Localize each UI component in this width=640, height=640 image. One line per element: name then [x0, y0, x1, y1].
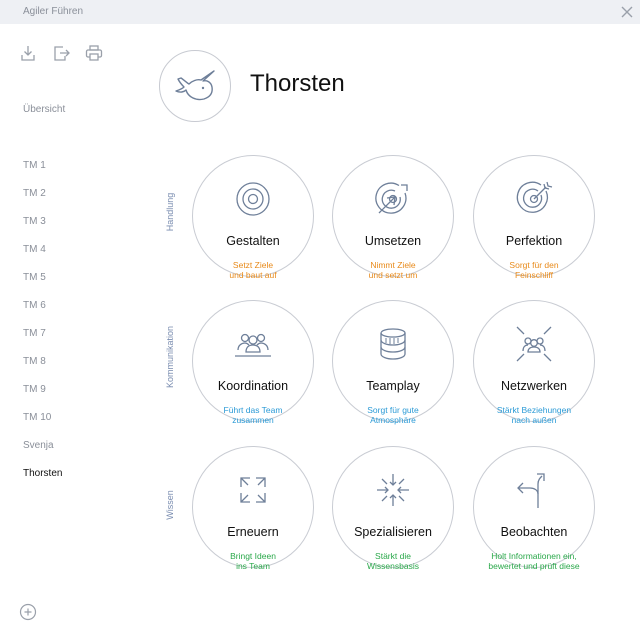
avatar[interactable] [159, 50, 231, 122]
card-koordination[interactable]: Koordination Führt das Team zusammen [192, 300, 314, 425]
close-icon[interactable] [618, 3, 636, 21]
card-title: Perfektion [505, 234, 563, 248]
sidebar-item-svenja[interactable]: Svenja [23, 440, 54, 451]
converge-icon [377, 474, 409, 506]
card-erneuern[interactable]: Erneuern Bringt Ideen ins Team [192, 446, 314, 571]
target-dart-icon [516, 181, 553, 213]
stack-icon [380, 328, 406, 360]
export-icon[interactable] [51, 43, 71, 63]
add-icon[interactable] [19, 603, 37, 621]
card-title: Erneuern [227, 525, 279, 539]
card-netzwerken[interactable]: Netzwerken Stärkt Beziehungen nach außen [473, 300, 595, 425]
card-description: Sorgt für gute Atmosphäre [367, 405, 419, 425]
sidebar-item-thorsten[interactable]: Thorsten [23, 468, 62, 479]
network-icon [516, 326, 552, 362]
download-icon[interactable] [18, 43, 38, 63]
card-title: Teamplay [366, 379, 420, 393]
team-icon [235, 333, 271, 357]
card-teamplay[interactable]: Teamplay Sorgt für gute Atmosphäre [332, 300, 454, 425]
sidebar-item-tm2[interactable]: TM 2 [23, 188, 46, 199]
card-gestalten[interactable]: Gestalten Setzt Ziele und baut auf [192, 155, 314, 280]
sidebar-item-tm6[interactable]: TM 6 [23, 300, 46, 311]
card-title: Koordination [217, 379, 289, 393]
card-description: Führt das Team zusammen [223, 405, 283, 425]
target-icon [236, 182, 270, 216]
card-title: Umsetzen [364, 234, 422, 248]
card-title: Netzwerken [501, 379, 567, 393]
card-perfektion[interactable]: Perfektion Sorgt für den Feinschliff [473, 155, 595, 280]
window-title: Agiler Führen [23, 6, 84, 17]
narwhal-icon [175, 70, 215, 101]
card-umsetzen[interactable]: Umsetzen Nimmt Ziele und setzt um [332, 155, 454, 280]
card-description: Holt Informationen ein, bewertet und prüf… [488, 551, 580, 571]
sidebar-item-tm3[interactable]: TM 3 [23, 216, 46, 227]
sidebar-item-tm10[interactable]: TM 10 [23, 412, 51, 423]
sidebar-item-tm9[interactable]: TM 9 [23, 384, 46, 395]
print-icon[interactable] [84, 43, 104, 63]
row-label-kommunikation: Kommunikation [165, 325, 175, 389]
sidebar-item-tm1[interactable]: TM 1 [23, 160, 46, 171]
card-description: Sorgt für den Feinschliff [509, 260, 559, 280]
sidebar-item-tm5[interactable]: TM 5 [23, 272, 46, 283]
card-title: Spezialisieren [354, 525, 432, 539]
card-description: Nimmt Ziele und setzt um [368, 260, 418, 280]
title-bar: Agiler Führen [0, 0, 640, 24]
sidebar-item-overview[interactable]: Übersicht [23, 104, 65, 115]
card-description: Stärkt die Wissensbasis [367, 551, 419, 571]
profile-name: Thorsten [250, 70, 345, 97]
target-arrow-icon [375, 182, 408, 214]
sidebar-item-tm7[interactable]: TM 7 [23, 328, 46, 339]
card-description: Setzt Ziele und baut auf [229, 260, 277, 280]
expand-icon [240, 477, 266, 503]
card-description: Bringt Ideen ins Team [230, 551, 276, 571]
card-description: Stärkt Beziehungen nach außen [496, 405, 572, 425]
card-beobachten[interactable]: Beobachten Holt Informationen ein, bewert… [473, 446, 595, 571]
sidebar-item-tm8[interactable]: TM 8 [23, 356, 46, 367]
fork-arrow-icon [517, 473, 545, 508]
sidebar-item-tm4[interactable]: TM 4 [23, 244, 46, 255]
card-title: Gestalten [226, 234, 280, 248]
card-spezialisieren[interactable]: Spezialisieren Stärkt die Wissensbasis [332, 446, 454, 571]
row-label-wissen: Wissen [165, 490, 175, 520]
row-label-handlung: Handlung [165, 192, 175, 232]
card-title: Beobachten [500, 525, 568, 539]
